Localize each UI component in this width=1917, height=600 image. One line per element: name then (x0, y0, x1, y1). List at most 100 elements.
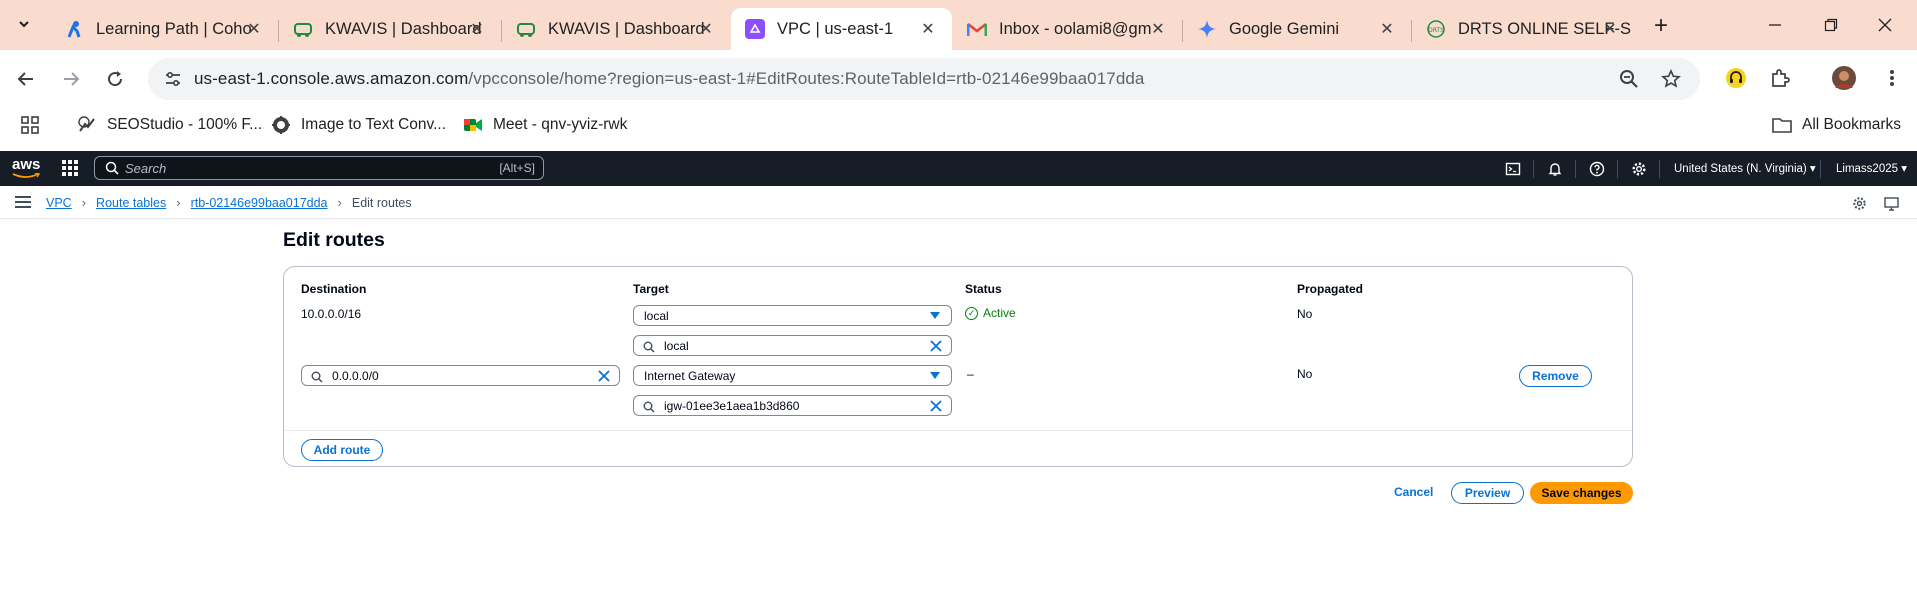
drts-icon: DRTS (1426, 19, 1446, 39)
preview-button[interactable]: Preview (1451, 482, 1524, 504)
target-value-input[interactable]: igw-01ee3e1aea1b3d860 (633, 395, 952, 416)
page-title: Edit routes (283, 229, 385, 251)
close-tab-icon[interactable]: ✕ (918, 19, 938, 39)
browser-tab-kwavis-2[interactable]: KWAVIS | Dashboard ✕ (502, 8, 730, 50)
extensions-puzzle-icon[interactable] (1768, 66, 1792, 90)
chevron-right-icon: › (81, 195, 87, 210)
new-tab-plus-icon[interactable]: + (1647, 12, 1675, 40)
reload-icon[interactable] (100, 64, 130, 94)
browser-tab-vpc[interactable]: VPC | us-east-1 ✕ (731, 8, 952, 50)
browser-tab-learning-path[interactable]: Learning Path | Coho ✕ (50, 8, 278, 50)
target-type-select[interactable]: local (633, 305, 952, 326)
search-shortcut: [Alt+S] (499, 161, 535, 175)
region-selector[interactable]: United States (N. Virginia) ▾ (1674, 161, 1816, 175)
site-info-icon[interactable] (163, 69, 183, 89)
bookmark-meet[interactable]: Meet - qnv-yviz-rwk (463, 114, 627, 136)
column-header-target: Target (633, 282, 669, 296)
folder-icon (1772, 115, 1792, 135)
column-header-status: Status (965, 282, 1002, 296)
help-icon[interactable] (1588, 160, 1606, 178)
remove-route-button[interactable]: Remove (1519, 365, 1592, 387)
browser-tab-gemini[interactable]: Google Gemini ✕ (1183, 8, 1411, 50)
close-tab-icon[interactable]: ✕ (1377, 19, 1397, 39)
restore-window-icon[interactable] (1816, 10, 1846, 40)
nav-divider (1659, 160, 1660, 178)
destination-input[interactable]: 0.0.0.0/0 (301, 365, 620, 386)
target-type-value: local (644, 309, 669, 323)
apps-grid-icon[interactable] (20, 114, 40, 136)
minimize-window-icon[interactable] (1760, 10, 1790, 40)
cancel-button[interactable]: Cancel (1394, 485, 1433, 499)
column-header-propagated: Propagated (1297, 282, 1364, 296)
all-bookmarks[interactable]: All Bookmarks (1772, 114, 1901, 136)
all-bookmarks-label: All Bookmarks (1802, 116, 1902, 133)
caret-down-icon (930, 312, 940, 319)
notifications-bell-icon[interactable] (1546, 160, 1564, 178)
route-destination-text: 10.0.0.0/16 (301, 307, 362, 321)
target-type-value: Internet Gateway (644, 369, 736, 383)
browser-tab-kwavis-1[interactable]: KWAVIS | Dashboard ✕ (279, 8, 501, 50)
propagated-text: No (1297, 307, 1313, 321)
services-grid-icon[interactable] (62, 160, 78, 176)
gmail-icon (967, 19, 987, 39)
menu-hamburger-icon[interactable] (15, 196, 31, 208)
caret-down-icon (930, 372, 940, 379)
url-text: us-east-1.console.aws.amazon.com/vpccons… (194, 69, 1145, 89)
routes-panel: Destination Target Status Propagated 10.… (283, 266, 1633, 467)
search-icon (311, 370, 323, 383)
save-changes-button[interactable]: Save changes (1530, 482, 1633, 504)
breadcrumb-current: Edit routes (351, 195, 412, 210)
clear-input-icon[interactable] (596, 368, 611, 383)
target-value-input[interactable]: local (633, 335, 952, 356)
breadcrumb-route-tables[interactable]: Route tables (96, 196, 166, 210)
bookmark-image-to-text[interactable]: Image to Text Conv... (271, 114, 446, 136)
close-tab-icon[interactable]: ✕ (696, 19, 716, 39)
aws-top-nav: aws Search [Alt+S] United States (N. Vir… (0, 151, 1917, 186)
search-icon (643, 400, 655, 413)
refresh-settings-icon[interactable] (1850, 194, 1868, 212)
add-route-button[interactable]: Add route (301, 439, 383, 461)
browser-tab-gmail[interactable]: Inbox - oolami8@gm ✕ (953, 8, 1182, 50)
bookmark-label: SEOStudio - 100% F... (107, 116, 263, 133)
nav-divider (1533, 160, 1534, 178)
address-bar[interactable]: us-east-1.console.aws.amazon.com/vpccons… (148, 58, 1700, 100)
search-icon (643, 340, 655, 353)
close-tab-icon[interactable]: ✕ (1148, 19, 1168, 39)
bookmark-label: Image to Text Conv... (301, 116, 447, 133)
info-panel-icon[interactable] (1882, 194, 1900, 212)
gemini-icon (1197, 19, 1217, 39)
extension-audio-icon[interactable] (1724, 66, 1748, 90)
back-arrow-icon[interactable] (11, 64, 41, 94)
close-tab-icon[interactable]: ✕ (467, 19, 487, 39)
aws-logo[interactable]: aws (12, 156, 40, 178)
bookmark-star-icon[interactable] (1660, 68, 1682, 90)
profile-avatar[interactable] (1832, 66, 1856, 90)
settings-gear-icon[interactable] (1630, 160, 1648, 178)
close-tab-icon[interactable]: ✕ (1600, 19, 1620, 39)
breadcrumb-route-table-id[interactable]: rtb-02146e99baa017dda (191, 196, 328, 210)
destination-value: 0.0.0.0/0 (332, 369, 379, 383)
chrome-menu-icon[interactable] (1880, 66, 1904, 90)
close-tab-icon[interactable]: ✕ (244, 19, 264, 39)
aws-search-input[interactable]: Search [Alt+S] (94, 156, 544, 180)
seostudio-icon (77, 115, 97, 135)
clear-input-icon[interactable] (928, 338, 943, 353)
target-value-text: local (664, 339, 689, 353)
nav-divider (1617, 160, 1618, 178)
bookmark-seostudio[interactable]: SEOStudio - 100% F... (77, 114, 262, 136)
status-active: ✓ Active (965, 306, 1016, 320)
zoom-out-icon[interactable] (1618, 68, 1640, 90)
tab-search-chevron-icon[interactable] (10, 10, 38, 38)
propagated-text: No (1297, 367, 1313, 381)
account-menu[interactable]: Limass2025 ▾ (1836, 161, 1907, 175)
url-host: us-east-1.console.aws.amazon.com (194, 69, 469, 88)
kwavis-icon (516, 19, 536, 39)
browser-tab-drts[interactable]: DRTS DRTS ONLINE SELF-S ✕ (1412, 8, 1634, 50)
close-window-icon[interactable] (1870, 10, 1900, 40)
breadcrumb-vpc[interactable]: VPC (46, 196, 72, 210)
nav-divider (1575, 160, 1576, 178)
cloudshell-icon[interactable] (1504, 160, 1522, 178)
clear-input-icon[interactable] (928, 398, 943, 413)
forward-arrow-icon[interactable] (56, 64, 86, 94)
target-type-select[interactable]: Internet Gateway (633, 365, 952, 386)
